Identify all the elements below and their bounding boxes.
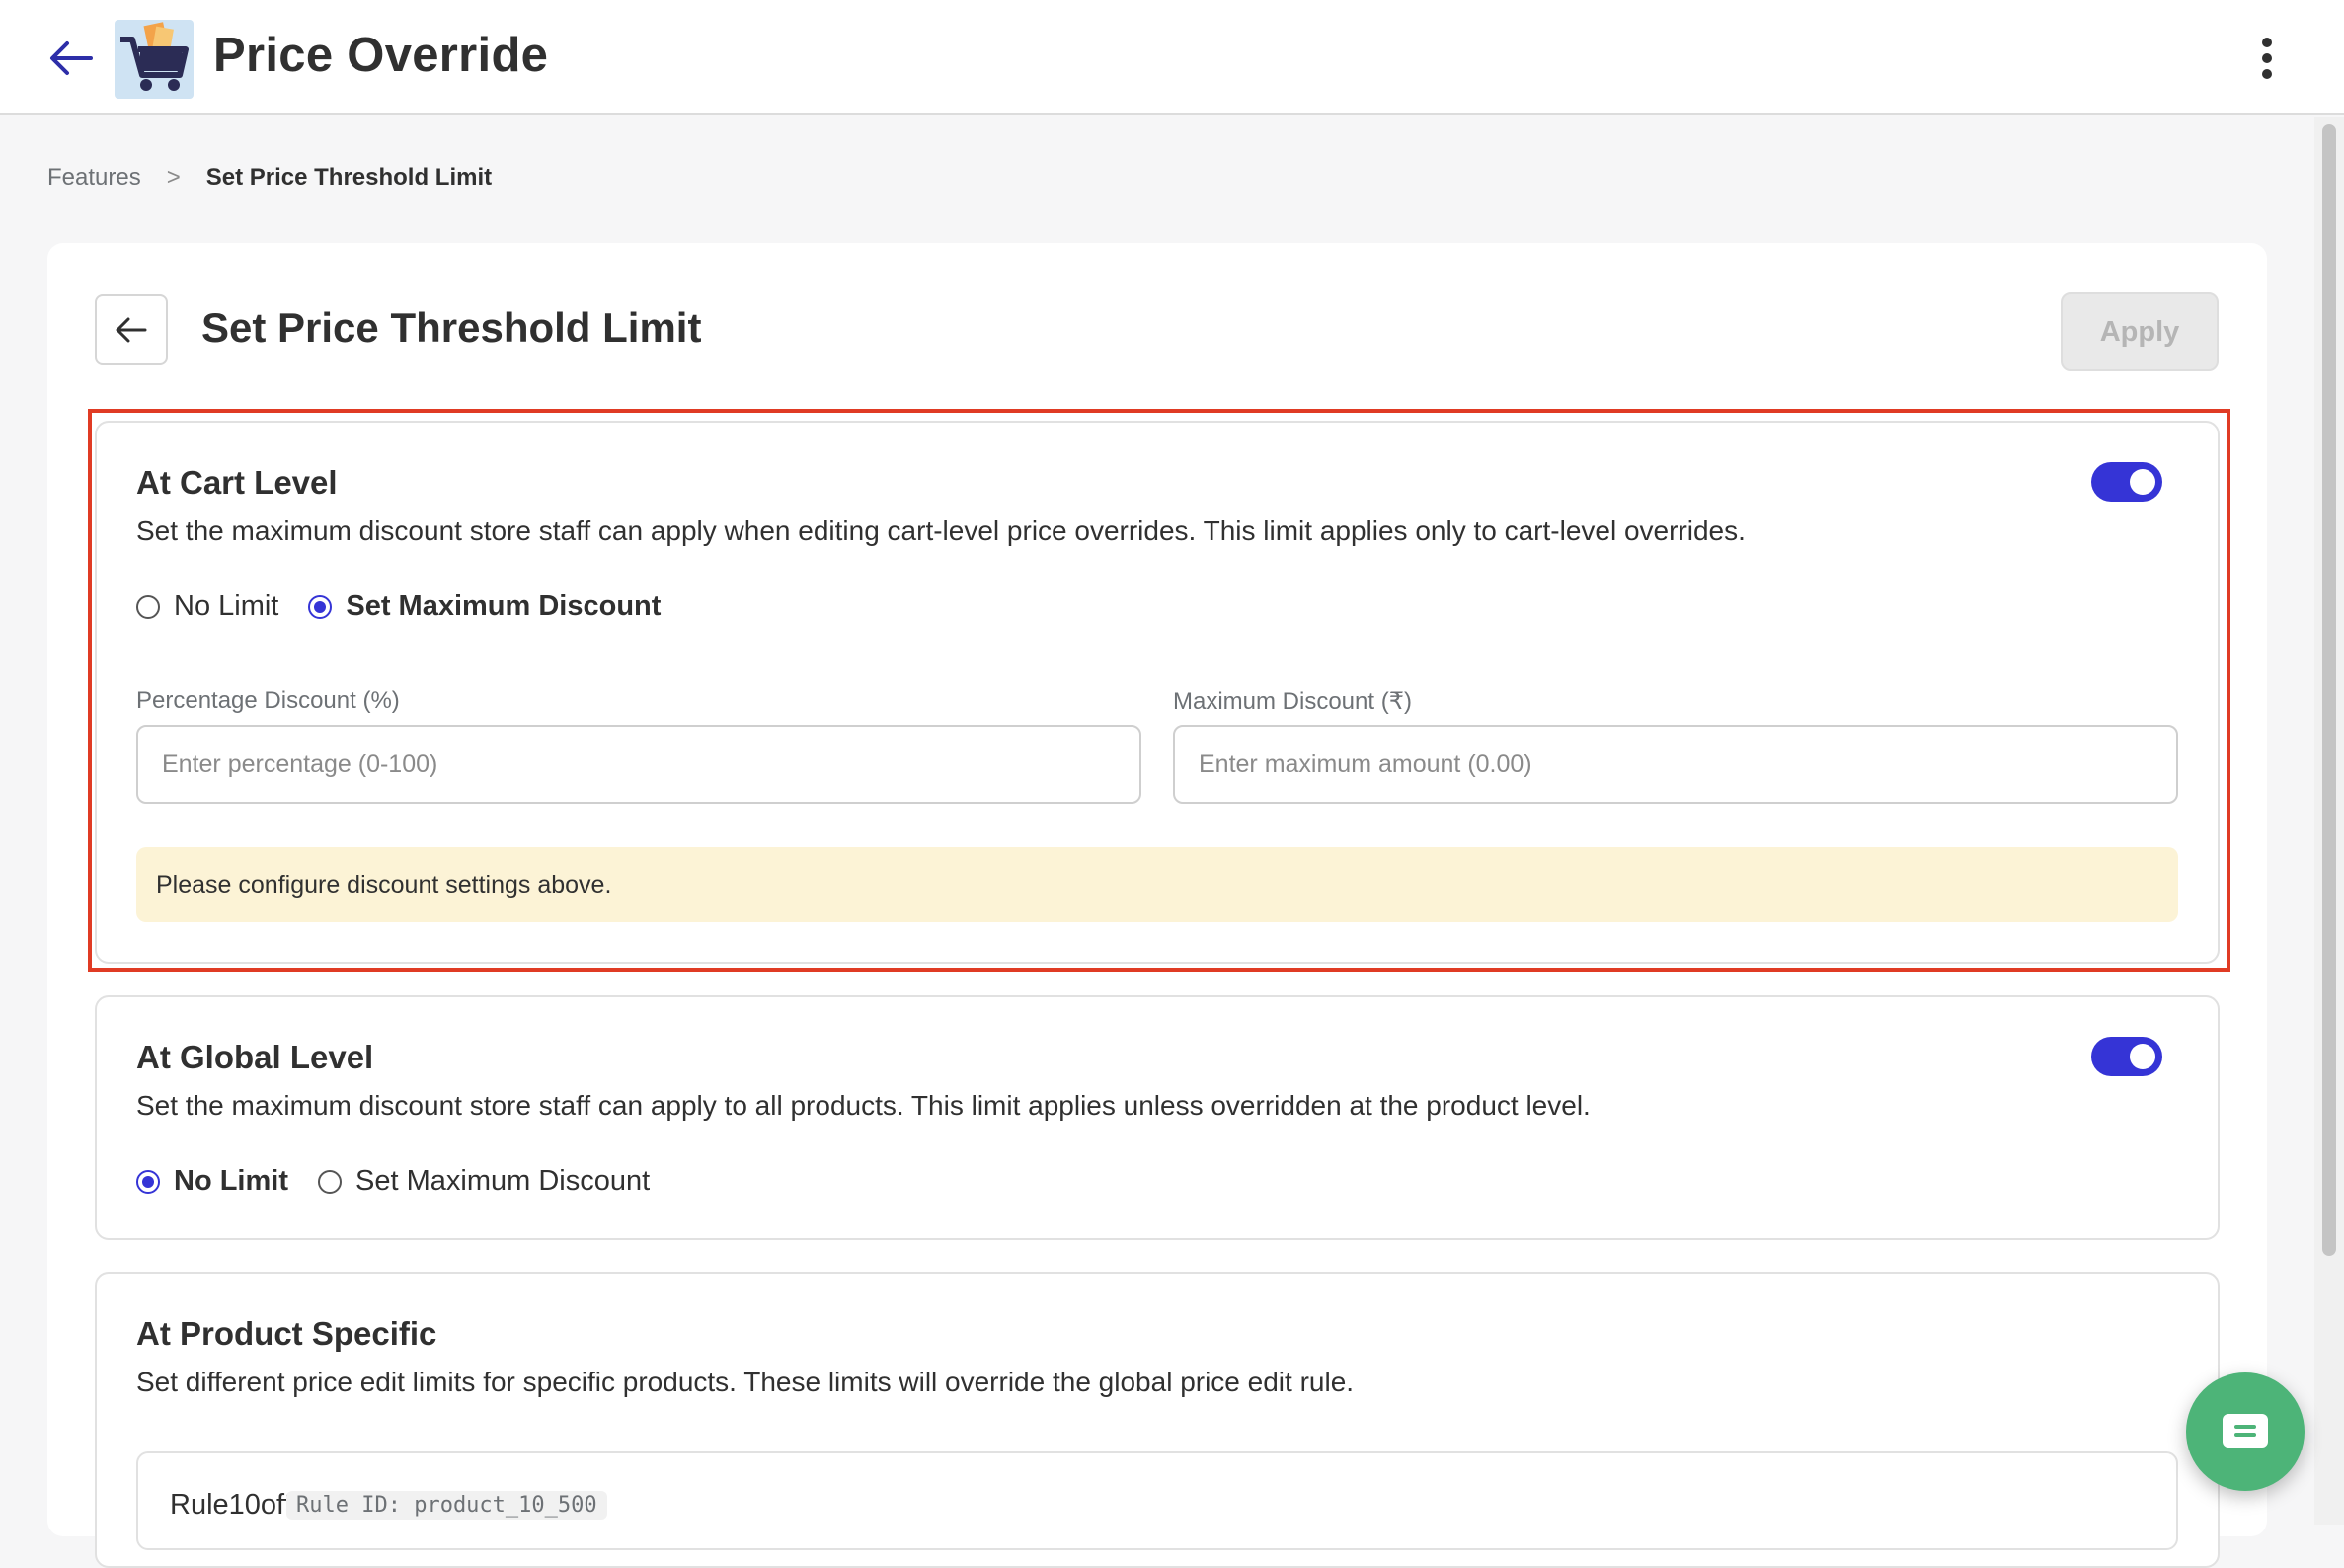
radio-label: No Limit — [174, 590, 279, 622]
radio-circle-selected[interactable] — [308, 594, 333, 619]
configure-notice: Please configure discount settings above… — [136, 847, 2178, 922]
back-button[interactable] — [95, 294, 168, 365]
more-vertical-icon[interactable] — [2247, 34, 2287, 83]
radio-label: No Limit — [174, 1165, 288, 1197]
app-logo — [115, 20, 194, 99]
apply-button[interactable]: Apply — [2061, 292, 2219, 371]
breadcrumb-features-link[interactable]: Features — [47, 164, 141, 192]
radio-no-limit[interactable]: No Limit — [136, 590, 278, 623]
percentage-discount-label: Percentage Discount (%) — [136, 687, 400, 714]
product-specific-section: At Product Specific Set different price … — [95, 1272, 2220, 1568]
section-title: At Global Level — [136, 1039, 374, 1075]
global-level-toggle[interactable] — [2091, 1037, 2162, 1076]
rule-item[interactable]: Rule10off Rule ID: product_10_500 — [136, 1451, 2178, 1550]
radio-circle[interactable] — [136, 594, 160, 619]
maximum-discount-input[interactable] — [1173, 725, 2178, 804]
radio-set-maximum-discount[interactable]: Set Maximum Discount — [318, 1165, 650, 1198]
cart-limit-radio-group: No Limit Set Maximum Discount — [136, 590, 690, 623]
toggle-knob — [2130, 1044, 2155, 1069]
back-arrow-icon[interactable] — [39, 30, 103, 87]
cart-level-toggle[interactable] — [2091, 462, 2162, 502]
section-description: Set the maximum discount store staff can… — [136, 515, 1746, 546]
radio-set-maximum-discount[interactable]: Set Maximum Discount — [308, 590, 661, 623]
page-title: Set Price Threshold Limit — [201, 304, 702, 351]
chat-button[interactable] — [2186, 1372, 2305, 1491]
section-title: At Cart Level — [136, 464, 338, 501]
chat-icon — [2223, 1414, 2268, 1448]
radio-circle-selected[interactable] — [136, 1169, 160, 1194]
breadcrumb-current: Set Price Threshold Limit — [205, 164, 493, 191]
maximum-discount-label: Maximum Discount (₹) — [1173, 688, 1412, 715]
arrow-left-icon — [116, 317, 147, 343]
global-level-section: At Global Level Set the maximum discount… — [95, 995, 2220, 1240]
app-title: Price Override — [213, 29, 549, 82]
percentage-discount-input[interactable] — [136, 725, 1141, 804]
breadcrumb-separator: > — [166, 164, 181, 191]
rule-id-badge: Rule ID: product_10_500 — [286, 1491, 607, 1520]
section-title: At Product Specific — [136, 1315, 437, 1352]
radio-no-limit[interactable]: No Limit — [136, 1165, 288, 1198]
rule-name: Rule10off — [170, 1489, 292, 1521]
main-card: Set Price Threshold Limit Apply At Cart … — [47, 243, 2267, 1568]
top-bar: Price Override — [0, 0, 2344, 115]
scrollbar-thumb[interactable] — [2322, 124, 2336, 1256]
section-description: Set different price edit limits for spec… — [136, 1367, 1355, 1397]
global-limit-radio-group: No Limit Set Maximum Discount — [136, 1165, 679, 1198]
toggle-knob — [2130, 469, 2155, 495]
cart-level-section: At Cart Level Set the maximum discount s… — [95, 421, 2220, 964]
section-description: Set the maximum discount store staff can… — [136, 1090, 1591, 1121]
radio-label: Set Maximum Discount — [355, 1165, 651, 1197]
radio-circle[interactable] — [318, 1169, 342, 1194]
radio-label: Set Maximum Discount — [346, 590, 662, 622]
breadcrumb: Features > Set Price Threshold Limit — [47, 164, 492, 192]
